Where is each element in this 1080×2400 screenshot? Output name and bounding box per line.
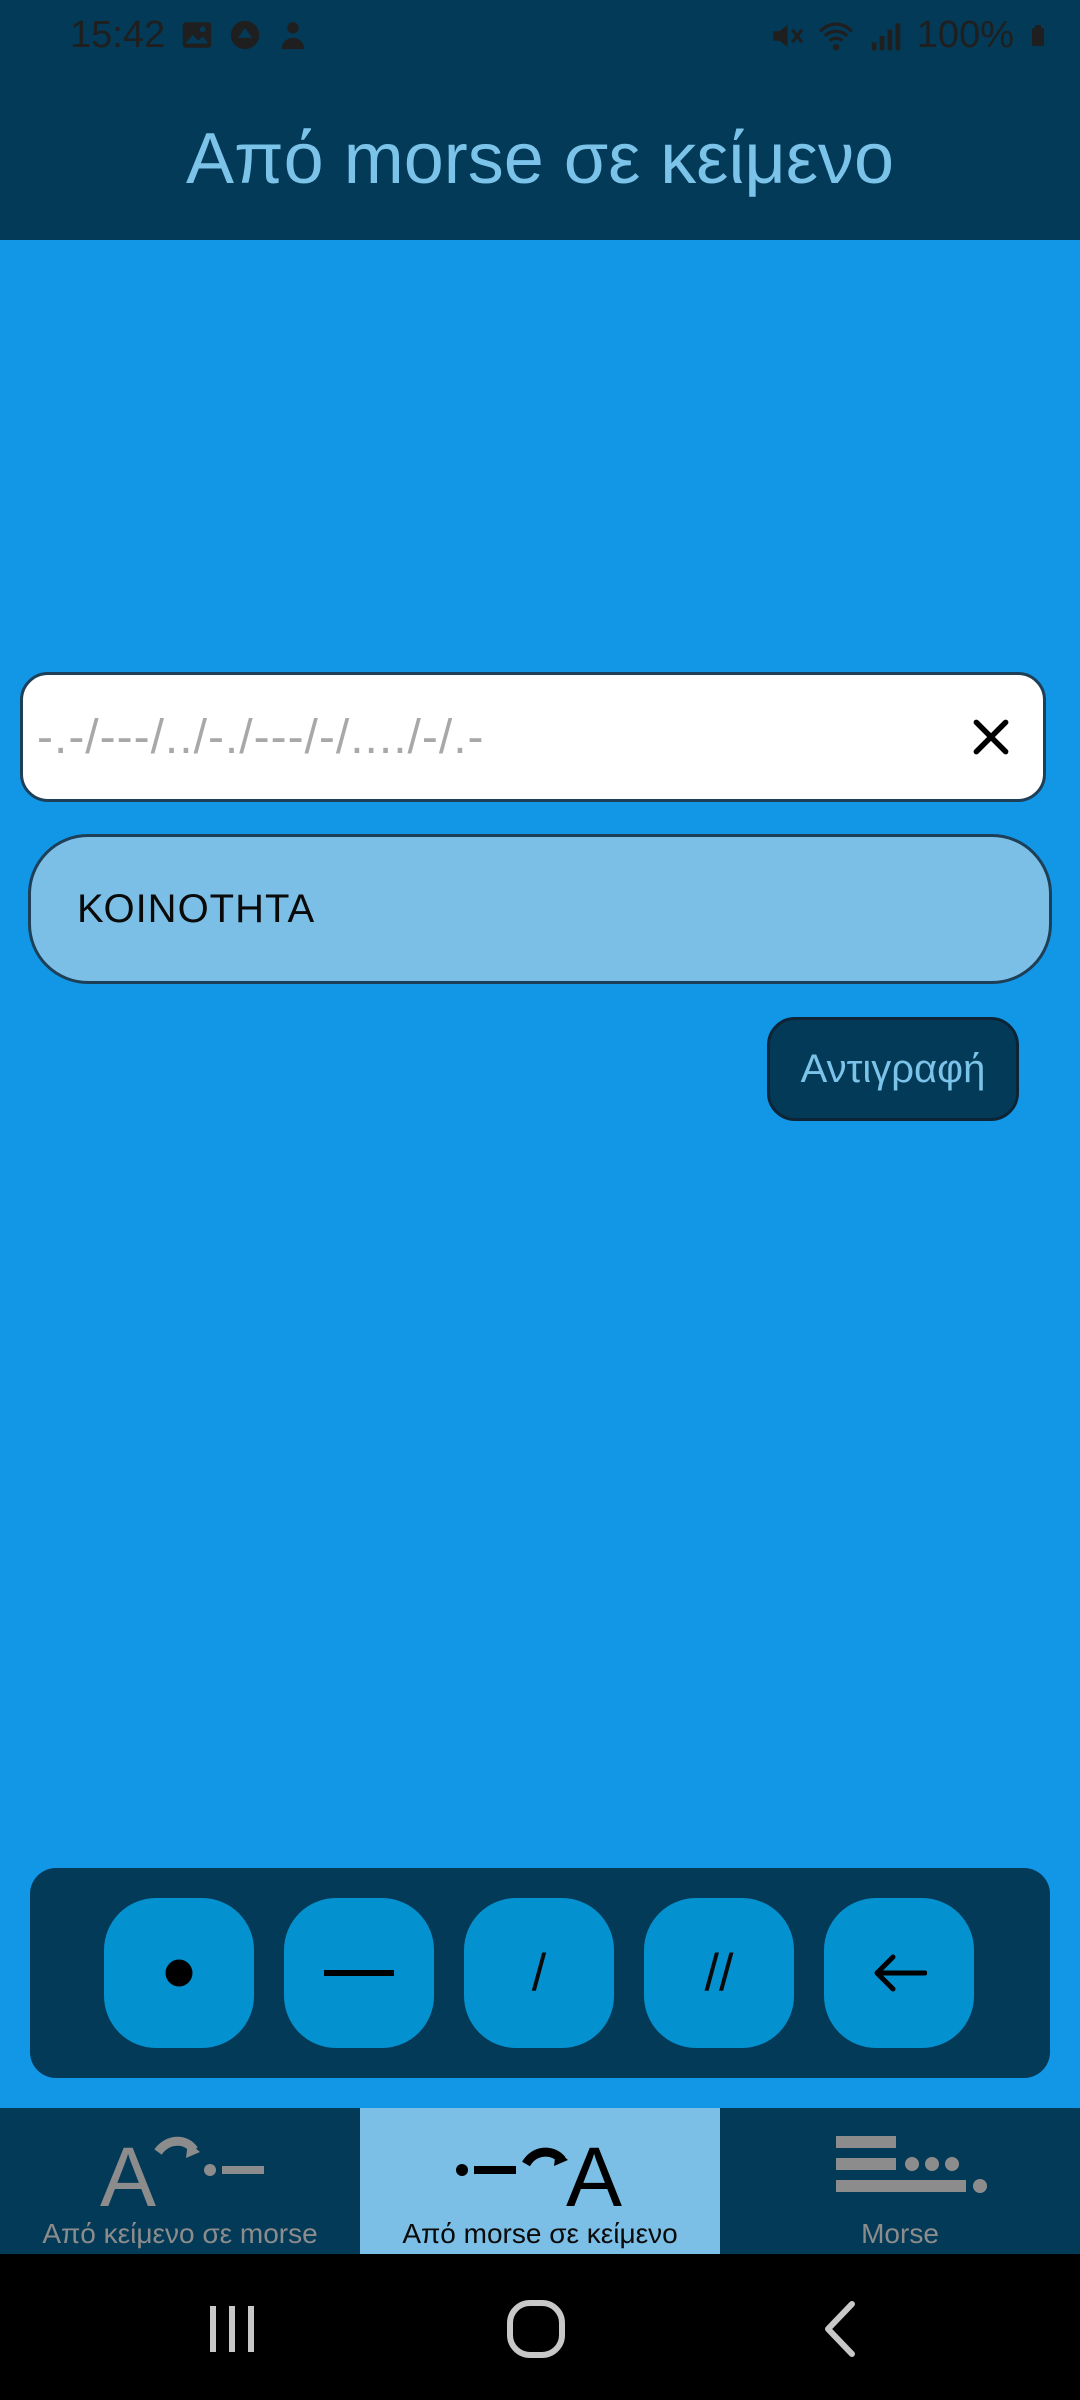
morse-input-container bbox=[20, 672, 1046, 802]
key-slash-label: / bbox=[531, 1944, 547, 2002]
mute-icon bbox=[773, 24, 803, 47]
dash-icon bbox=[324, 1970, 394, 1976]
morse-table-icon bbox=[836, 2136, 987, 2193]
key-slash[interactable]: / bbox=[464, 1898, 614, 2048]
image-icon bbox=[182, 22, 212, 48]
system-status-icons: 100% bbox=[767, 14, 1050, 57]
nav-label-morse-to-text: Από morse σε κείμενο bbox=[402, 2218, 678, 2249]
nav-text-to-morse[interactable]: A Από κείμενο σε morse bbox=[0, 2108, 360, 2254]
notification-icons bbox=[180, 18, 310, 52]
output-box: ΚΟΙΝΟΤΗΤΑ bbox=[28, 834, 1052, 984]
nav-label-text-to-morse: Από κείμενο σε morse bbox=[42, 2218, 318, 2249]
morse-keypad: / // bbox=[30, 1868, 1050, 2078]
home-button[interactable] bbox=[496, 2294, 576, 2364]
app-bar: Από morse σε κείμενο bbox=[0, 78, 1080, 240]
system-navigation-bar bbox=[0, 2254, 1080, 2400]
bottom-navigation: A Από κείμενο σε morse A Από morse σε κε… bbox=[0, 2108, 1080, 2254]
backspace-arrow-icon bbox=[874, 1954, 927, 1992]
person-icon bbox=[281, 22, 305, 50]
text-to-morse-icon: A bbox=[100, 2130, 264, 2210]
nav-morse[interactable]: Morse bbox=[720, 2108, 1080, 2254]
key-dash[interactable] bbox=[284, 1898, 434, 2048]
key-backspace[interactable] bbox=[824, 1898, 974, 2048]
status-time: 15:42 bbox=[70, 14, 166, 56]
recent-apps-button[interactable] bbox=[192, 2294, 272, 2364]
clear-button[interactable] bbox=[959, 705, 1023, 769]
wifi-icon bbox=[818, 22, 853, 50]
svg-text:A: A bbox=[100, 2130, 156, 2210]
recent-apps-icon bbox=[210, 2306, 254, 2352]
output-text: ΚΟΙΝΟΤΗΤΑ bbox=[77, 886, 316, 931]
battery-icon bbox=[1032, 24, 1044, 46]
key-double-slash[interactable]: // bbox=[644, 1898, 794, 2048]
circle-icon bbox=[230, 20, 260, 50]
home-icon bbox=[507, 2300, 565, 2358]
morse-input[interactable] bbox=[37, 675, 937, 799]
close-icon bbox=[973, 719, 1009, 755]
nav-label-morse: Morse bbox=[861, 2218, 939, 2249]
status-bar: 15:42 100% bbox=[0, 0, 1080, 78]
nav-morse-to-text[interactable]: A Από morse σε κείμενο bbox=[360, 2108, 720, 2254]
dot-icon bbox=[165, 1959, 193, 1987]
page-title: Από morse σε κείμενο bbox=[185, 119, 895, 199]
morse-to-text-icon: A bbox=[456, 2130, 622, 2210]
key-dot[interactable] bbox=[104, 1898, 254, 2048]
battery-percentage: 100% bbox=[916, 14, 1014, 56]
back-button[interactable] bbox=[800, 2294, 880, 2364]
signal-icon bbox=[871, 22, 901, 50]
copy-button[interactable]: Αντιγραφή bbox=[767, 1017, 1019, 1121]
key-double-slash-label: // bbox=[704, 1944, 734, 2002]
back-icon bbox=[825, 2301, 855, 2357]
svg-text:A: A bbox=[566, 2130, 622, 2210]
